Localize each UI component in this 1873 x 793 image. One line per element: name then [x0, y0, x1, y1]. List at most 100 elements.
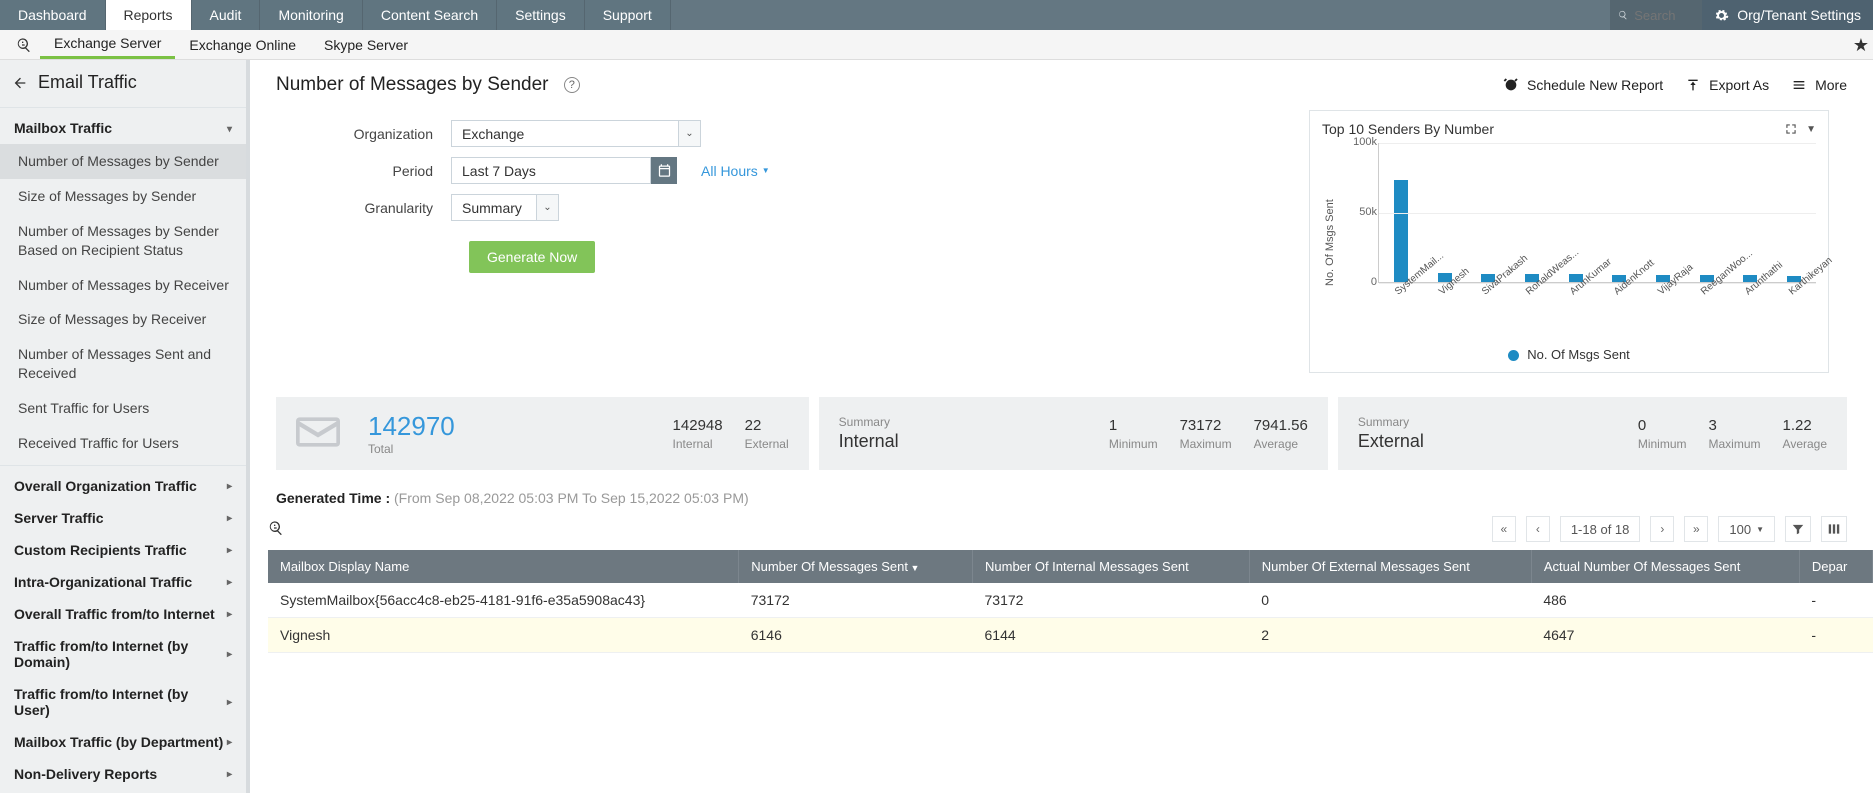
global-search-input[interactable] [1634, 8, 1694, 23]
granularity-value: Summary [452, 200, 536, 216]
chart-x-tick: SivaPrakash [1480, 280, 1525, 330]
subtab-skype-server[interactable]: Skype Server [310, 30, 422, 59]
global-search[interactable] [1610, 0, 1702, 30]
chart-x-tick: ReeganWoo... [1699, 280, 1744, 330]
export-button[interactable]: Export As [1685, 77, 1769, 93]
tab-reports[interactable]: Reports [106, 0, 192, 30]
page-range: 1-18 of 18 [1560, 516, 1641, 542]
section-mailbox-traffic[interactable]: Mailbox Traffic ▾ [0, 112, 246, 144]
tab-dashboard[interactable]: Dashboard [0, 0, 106, 30]
table-header[interactable]: Number Of External Messages Sent [1249, 550, 1531, 583]
filter-button[interactable] [1785, 516, 1811, 542]
subtab-exchange-online[interactable]: Exchange Online [175, 30, 310, 59]
back-arrow-icon[interactable] [12, 75, 28, 91]
table-cell: 73172 [973, 583, 1250, 618]
sidebar-item[interactable]: Sent Traffic for Users [0, 391, 246, 426]
favorite-icon[interactable]: ★ [1853, 35, 1869, 56]
internal-count: 142948 [673, 417, 723, 434]
columns-button[interactable] [1821, 516, 1847, 542]
tab-support[interactable]: Support [585, 0, 671, 30]
all-hours-link[interactable]: All Hours▼ [701, 163, 770, 179]
table-header[interactable]: Mailbox Display Name [268, 550, 739, 583]
sidebar-section[interactable]: Overall Organization Traffic▸ [0, 470, 246, 502]
org-select[interactable]: Exchange ⌄ [451, 120, 701, 147]
chart-x-tick: Vignesh [1437, 280, 1482, 330]
sidebar-item[interactable]: Number of Messages Sent and Received [0, 337, 246, 391]
internal-avg-label: Average [1254, 437, 1308, 451]
sidebar-section[interactable]: Intra-Organizational Traffic▸ [0, 566, 246, 598]
chevron-right-icon: ▸ [227, 609, 232, 620]
table-search-icon[interactable] [268, 520, 284, 536]
expand-icon[interactable] [1784, 122, 1798, 136]
chart-y-axis-label: No. Of Msgs Sent [1322, 143, 1338, 343]
page-prev-button[interactable]: ‹ [1526, 516, 1550, 542]
more-button[interactable]: More [1791, 77, 1847, 93]
table-header[interactable]: Actual Number Of Messages Sent [1531, 550, 1799, 583]
table-row[interactable]: Vignesh6146614424647- [268, 618, 1873, 653]
sidebar-header[interactable]: Email Traffic [0, 60, 246, 103]
chart-bar[interactable] [1394, 180, 1408, 282]
sidebar-section[interactable]: Server Traffic▸ [0, 502, 246, 534]
page-last-button[interactable]: » [1684, 516, 1708, 542]
export-label: Export As [1709, 77, 1769, 93]
sidebar-item[interactable]: Number of Messages by Sender [0, 144, 246, 179]
filter-toggle-icon[interactable] [8, 37, 40, 53]
sidebar: Email Traffic Mailbox Traffic ▾ Number o… [0, 60, 250, 793]
internal-count-label: Internal [673, 437, 723, 451]
sidebar-section[interactable]: Custom Recipients Traffic▸ [0, 534, 246, 566]
sidebar-item[interactable]: Received Traffic for Users [0, 426, 246, 461]
sidebar-section[interactable]: Traffic from/to Internet (by User)▸ [0, 678, 246, 726]
chart-menu-button[interactable]: ▼ [1806, 124, 1816, 135]
table-header[interactable]: Number Of Messages Sent [739, 550, 973, 583]
sidebar-section[interactable]: Overall Traffic from/to Internet▸ [0, 598, 246, 630]
generate-button[interactable]: Generate Now [469, 241, 595, 273]
sidebar-section[interactable]: Non-Delivery Reports▸ [0, 758, 246, 790]
tab-monitoring[interactable]: Monitoring [260, 0, 362, 30]
more-label: More [1815, 77, 1847, 93]
table-cell: SystemMailbox{56acc4c8-eb25-4181-91f6-e3… [268, 583, 739, 618]
top-nav: Dashboard Reports Audit Monitoring Conte… [0, 0, 1873, 30]
total-value: 142970 [368, 411, 455, 442]
granularity-label: Granularity [276, 200, 451, 216]
subtab-exchange-server[interactable]: Exchange Server [40, 30, 175, 59]
sidebar-item[interactable]: Number of Messages by Sender Based on Re… [0, 214, 246, 268]
calendar-icon [657, 163, 672, 178]
internal-min-label: Minimum [1109, 437, 1158, 451]
all-hours-label: All Hours [701, 163, 758, 179]
org-label: Organization [276, 126, 451, 142]
summary-small-label: Summary [1358, 415, 1424, 429]
table-cell: 0 [1249, 583, 1531, 618]
chevron-right-icon: ▸ [227, 545, 232, 556]
org-settings-label: Org/Tenant Settings [1737, 7, 1861, 23]
summary-total-card: 142970 Total 142948Internal 22External [276, 397, 809, 470]
period-label: Period [276, 163, 451, 179]
table-header[interactable]: Depar [1799, 550, 1872, 583]
sidebar-section[interactable]: Mailbox Traffic (by Department)▸ [0, 726, 246, 758]
table-header[interactable]: Number Of Internal Messages Sent [973, 550, 1250, 583]
table-cell: 4647 [1531, 618, 1799, 653]
external-avg-label: Average [1783, 437, 1827, 451]
calendar-button[interactable] [651, 157, 677, 184]
sidebar-section[interactable]: Traffic from/to Internet (by Domain)▸ [0, 630, 246, 678]
period-select-value: Last 7 Days [452, 163, 650, 179]
sidebar-item[interactable]: Number of Messages by Receiver [0, 268, 246, 303]
list-icon [1791, 77, 1807, 93]
page-next-button[interactable]: › [1650, 516, 1674, 542]
table-row[interactable]: SystemMailbox{56acc4c8-eb25-4181-91f6-e3… [268, 583, 1873, 618]
sidebar-item[interactable]: Size of Messages by Sender [0, 179, 246, 214]
page-title: Number of Messages by Sender ? [276, 74, 580, 96]
help-icon[interactable]: ? [564, 77, 580, 93]
sidebar-item[interactable]: Size of Messages by Receiver [0, 302, 246, 337]
org-settings-button[interactable]: Org/Tenant Settings [1702, 0, 1873, 30]
page-size-select[interactable]: 100▼ [1718, 516, 1775, 542]
page-first-button[interactable]: « [1492, 516, 1516, 542]
tab-content-search[interactable]: Content Search [363, 0, 497, 30]
chevron-right-icon: ▸ [227, 649, 232, 660]
tab-audit[interactable]: Audit [192, 0, 261, 30]
granularity-select[interactable]: Summary ⌄ [451, 194, 559, 221]
schedule-report-button[interactable]: Schedule New Report [1503, 77, 1663, 93]
tab-settings[interactable]: Settings [497, 0, 585, 30]
period-select[interactable]: Last 7 Days [451, 157, 651, 184]
internal-max: 73172 [1180, 417, 1232, 434]
external-min-label: Minimum [1638, 437, 1687, 451]
